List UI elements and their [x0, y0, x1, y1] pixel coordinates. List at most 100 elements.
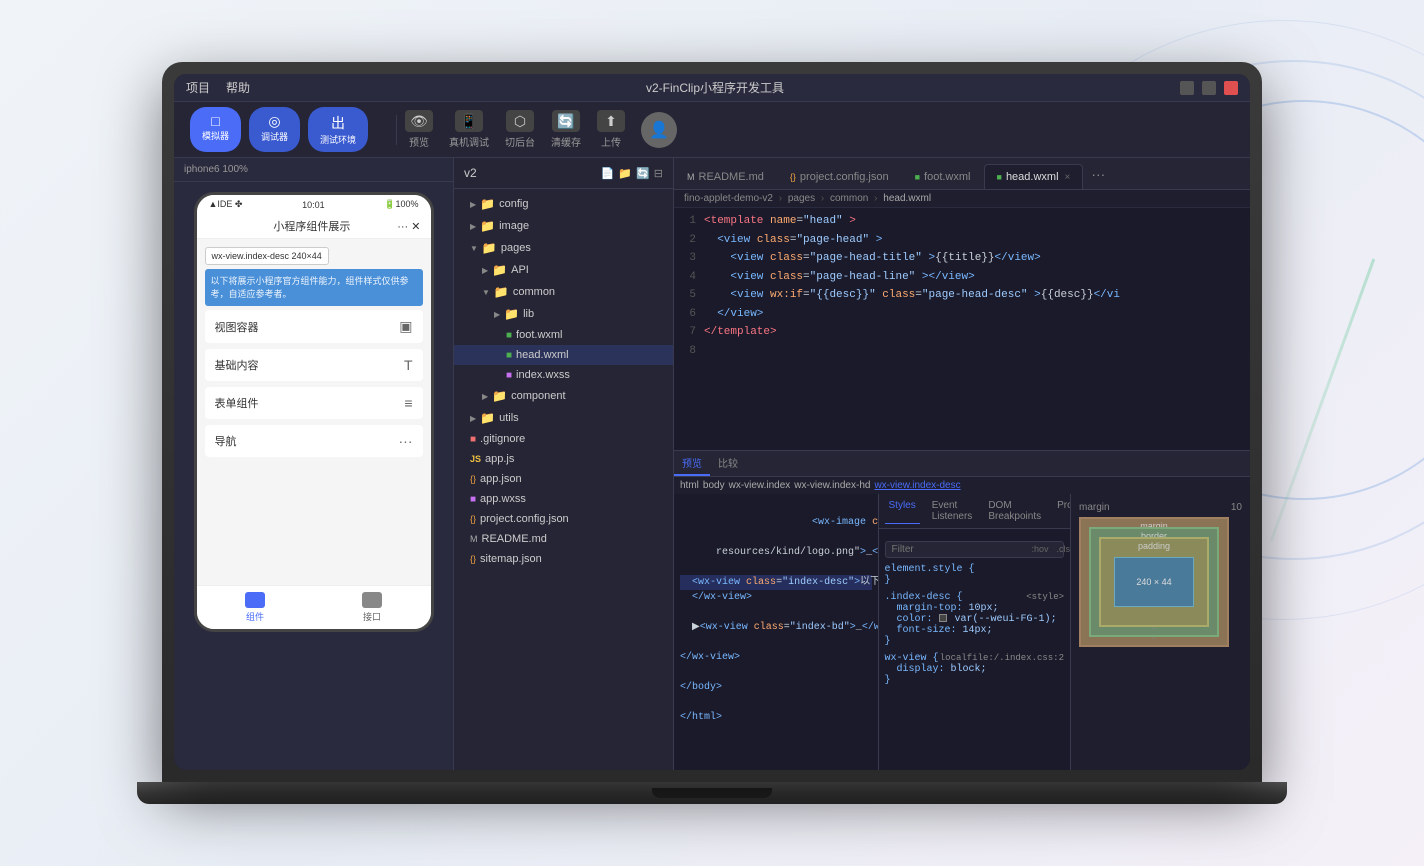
toolbar-right: 👁 预览 📱 真机调试 ⬡ 切后台 🔄 清: [405, 110, 677, 149]
boxmodel-padding: padding 240 × 44: [1099, 537, 1209, 627]
filter-cls-btn[interactable]: .cls: [1057, 544, 1070, 555]
filetree-item-index-wxss[interactable]: ■ index.wxss: [454, 365, 673, 385]
clear-cache-action[interactable]: 🔄 清缓存: [551, 110, 581, 149]
filetree-item-utils[interactable]: ▶ 📁 utils: [454, 407, 673, 429]
elem-html[interactable]: html: [680, 480, 699, 491]
filetree-item-sitemap[interactable]: {} sitemap.json: [454, 549, 673, 569]
tab-project-config[interactable]: {} project.config.json: [777, 164, 902, 189]
menu-project[interactable]: 项目: [186, 79, 210, 96]
test-label: 测试环境: [320, 133, 356, 146]
debug-button[interactable]: ◎ 调试器: [249, 107, 300, 152]
styles-panel: :hov .cls + element.style { }: [879, 535, 1071, 770]
styles-tab-event[interactable]: Event Listeners: [928, 498, 977, 524]
filetree-action-collapse[interactable]: ⊟: [654, 167, 663, 180]
elem-index-hd[interactable]: wx-view.index-hd: [794, 480, 870, 491]
filetree-action-refresh[interactable]: 🔄: [636, 167, 650, 180]
elem-body[interactable]: body: [703, 480, 725, 491]
styles-filter-input[interactable]: [892, 544, 1024, 555]
filetree-item-api[interactable]: ▶ 📁 API: [454, 259, 673, 281]
filetree-item-app-json[interactable]: {} app.json: [454, 469, 673, 489]
nav-components[interactable]: 组件: [245, 592, 265, 623]
nav-api[interactable]: 接口: [362, 592, 382, 623]
css-selector-2: wx-view { localfile:/.index.css:2: [885, 653, 1065, 664]
filetree-action-new-folder[interactable]: 📁: [618, 167, 632, 180]
styles-tab-dom[interactable]: DOM Breakpoints: [984, 498, 1045, 524]
nav-api-icon: [362, 592, 382, 608]
phone-section-0[interactable]: 视图容器 ▣: [205, 310, 423, 343]
styles-panel-tabs: Styles Event Listeners DOM Breakpoints P…: [879, 494, 1071, 529]
win-close[interactable]: [1224, 81, 1238, 95]
breadcrumb-part-1: pages: [788, 193, 815, 204]
boxmodel-margin-val: 10: [1231, 502, 1242, 513]
tab-readme[interactable]: M README.md: [674, 164, 777, 189]
html-line-4: </wx-view>: [680, 650, 872, 680]
html-line-6: </html>: [680, 710, 872, 740]
simulate-button[interactable]: □ 模拟器: [190, 107, 241, 152]
editor-tabs: M README.md {} project.config.json ■ foo…: [674, 158, 1250, 190]
menu-help[interactable]: 帮助: [226, 79, 250, 96]
phone-section-3[interactable]: 导航 ···: [205, 425, 423, 457]
device-screen: ▲IDE ✤ 10:01 🔋100% 小程序组件展示 ··· ✕: [174, 182, 453, 770]
win-minimize[interactable]: [1180, 81, 1194, 95]
filetree-item-common[interactable]: ▼ 📁 common: [454, 281, 673, 303]
real-debug-action[interactable]: 📱 真机调试: [449, 110, 489, 149]
filetree-item-readme[interactable]: M README.md: [454, 529, 673, 549]
upload-action[interactable]: ⬆ 上传: [597, 110, 625, 149]
code-line-5: 5 <view wx:if="{{desc}}" class="page-hea…: [674, 286, 1250, 305]
tab-head-wxml[interactable]: ■ head.wxml ×: [984, 164, 1084, 189]
filetree-item-component[interactable]: ▶ 📁 component: [454, 385, 673, 407]
filetree-item-app-wxss[interactable]: ■ app.wxss: [454, 489, 673, 509]
code-line-7: 7 </template>: [674, 323, 1250, 342]
filetree-item-project-config[interactable]: {} project.config.json: [454, 509, 673, 529]
devtools-tab-preview[interactable]: 预览: [674, 451, 710, 476]
phone-section-2[interactable]: 表单组件 ≡: [205, 387, 423, 419]
styles-tab-props[interactable]: Properties: [1053, 498, 1070, 524]
tab-head-close[interactable]: ×: [1065, 172, 1071, 183]
cut-backend-action[interactable]: ⬡ 切后台: [505, 110, 535, 149]
filetree-item-app-js[interactable]: JS app.js: [454, 449, 673, 469]
filetree-item-head-wxml[interactable]: ■ head.wxml: [454, 345, 673, 365]
boxmodel-margin-bottom: -: [1153, 633, 1156, 643]
preview-action[interactable]: 👁 预览: [405, 110, 433, 149]
window-title: v2-FinClip小程序开发工具: [250, 79, 1180, 96]
phone-selected-element: 以下将展示小程序官方组件能力，组件样式仅供参考，自适应参考者。: [205, 269, 423, 306]
boxmodel-content: 240 × 44: [1114, 557, 1194, 607]
devtools-top-tabs: 预览 比较: [674, 451, 1250, 477]
html-line-0: <wx-image class="index-logo" src="../res…: [680, 500, 872, 545]
status-time: 10:01: [302, 200, 325, 210]
ide-body: iphone6 100% ▲IDE ✤ 10:01 🔋100%: [174, 158, 1250, 770]
code-editor[interactable]: 1 <template name="head" > 2: [674, 208, 1250, 450]
win-maximize[interactable]: [1202, 81, 1216, 95]
filetree-item-image[interactable]: ▶ 📁 image: [454, 215, 673, 237]
test-button[interactable]: 出 测试环境: [308, 107, 368, 152]
tab-foot-wxml[interactable]: ■ foot.wxml: [902, 164, 984, 189]
editor-breadcrumb: fino-applet-demo-v2 › pages › common › h…: [674, 190, 1250, 208]
phone-title-actions[interactable]: ··· ✕: [397, 220, 420, 233]
styles-tab-styles[interactable]: Styles: [885, 498, 920, 524]
user-avatar[interactable]: 👤: [641, 112, 677, 148]
code-line-4: 4 <view class="page-head-line" ></view>: [674, 268, 1250, 287]
devtools-element-bar: html body wx-view.index wx-view.index-hd…: [674, 477, 1250, 494]
boxmodel-border: border padding 240 × 44: [1089, 527, 1219, 637]
filetree-item-gitignore[interactable]: ■ .gitignore: [454, 429, 673, 449]
elem-index[interactable]: wx-view.index: [729, 480, 791, 491]
laptop-screen: 项目 帮助 v2-FinClip小程序开发工具 □: [162, 62, 1262, 782]
filetree-item-foot-wxml[interactable]: ■ foot.wxml: [454, 325, 673, 345]
phone-status-bar: ▲IDE ✤ 10:01 🔋100%: [197, 195, 431, 214]
filetree-item-config[interactable]: ▶ 📁 config: [454, 193, 673, 215]
phone-section-1[interactable]: 基础内容 T: [205, 349, 423, 381]
elem-index-desc[interactable]: wx-view.index-desc: [874, 480, 960, 491]
toolbar-separator: [396, 115, 397, 145]
breadcrumb-part-3: head.wxml: [883, 193, 931, 204]
filetree-item-pages[interactable]: ▼ 📁 pages: [454, 237, 673, 259]
phone-tooltip: wx-view.index-desc 240×44: [205, 247, 329, 265]
filter-hov-btn[interactable]: :hov: [1032, 544, 1049, 555]
tabs-more-button[interactable]: ···: [1083, 158, 1113, 189]
filetree-item-lib[interactable]: ▶ 📁 lib: [454, 303, 673, 325]
screen-bezel: 项目 帮助 v2-FinClip小程序开发工具 □: [174, 74, 1250, 770]
title-bar-menu: 项目 帮助: [186, 79, 250, 96]
phone-selected-text: 以下将展示小程序官方组件能力，组件样式仅供参考，自适应参考者。: [211, 275, 417, 300]
simulate-label: 模拟器: [202, 129, 229, 142]
filetree-action-new-file[interactable]: 📄: [601, 167, 615, 180]
devtools-tab-compare[interactable]: 比较: [710, 451, 746, 476]
